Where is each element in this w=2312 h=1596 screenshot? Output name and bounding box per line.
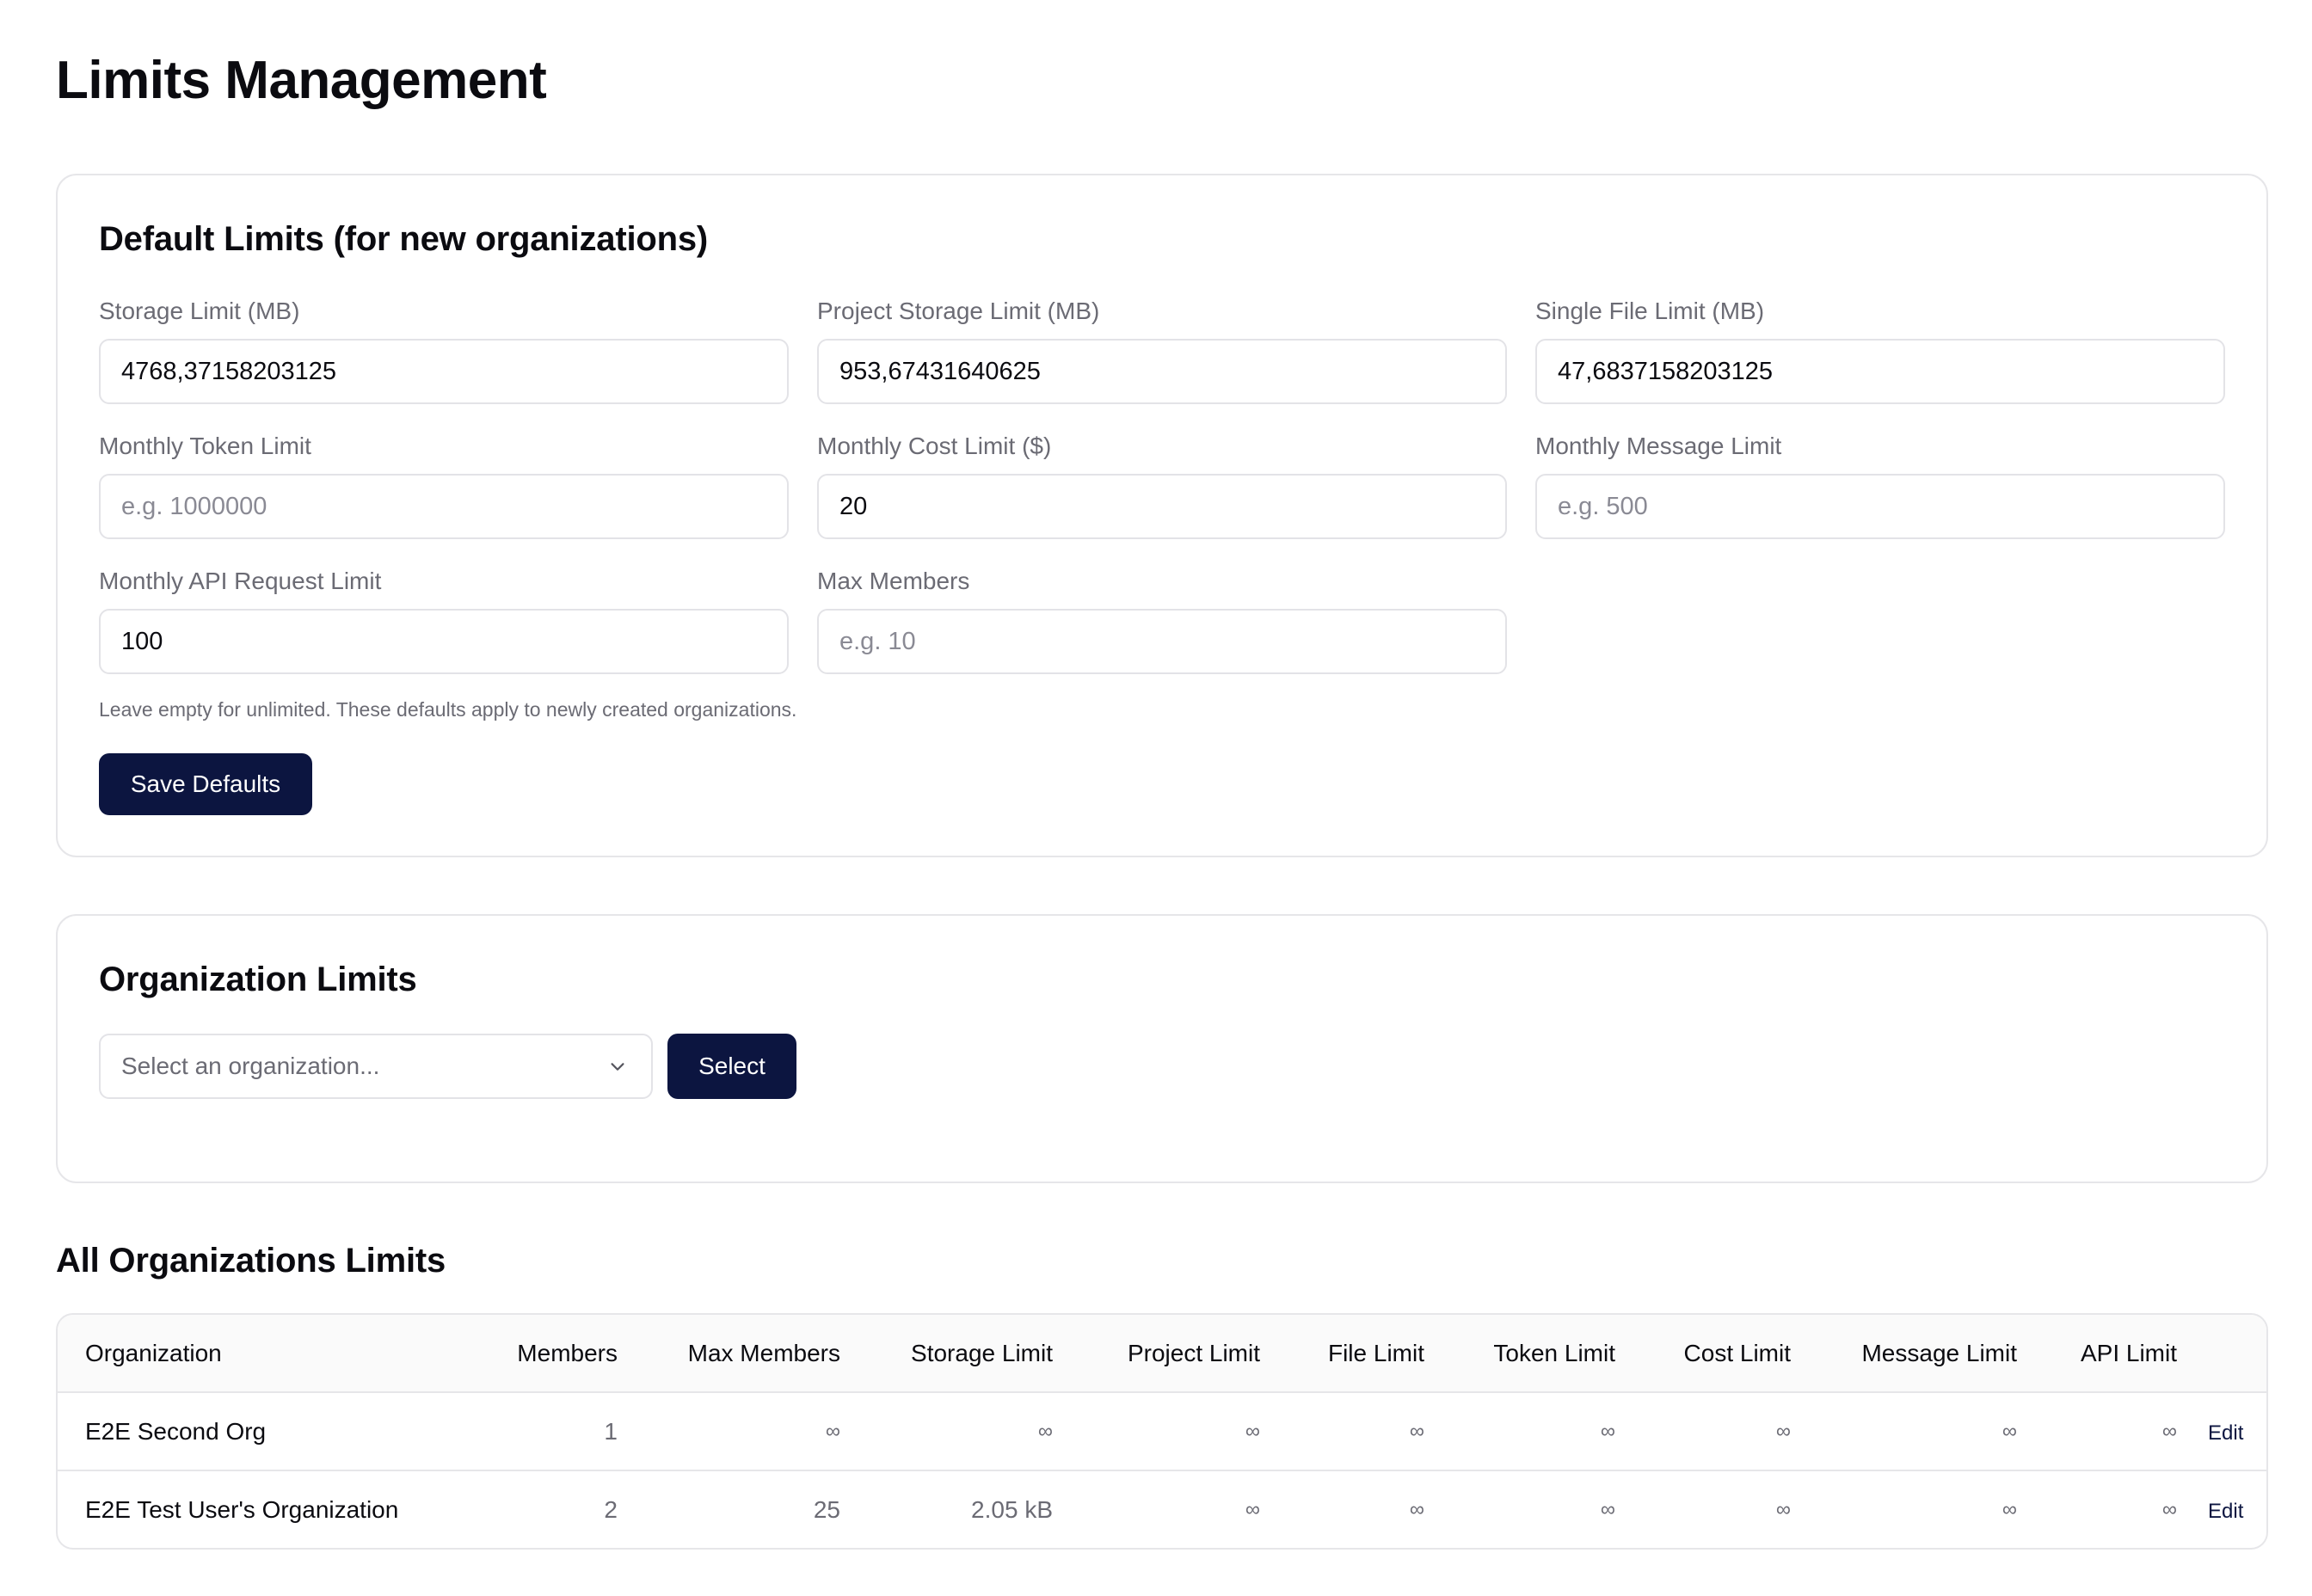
project-storage-limit-field: Project Storage Limit (MB) 953,674316406…	[817, 294, 1507, 404]
single-file-limit-field: Single File Limit (MB) 47,6837158203125	[1535, 294, 2225, 404]
column-header: Members	[517, 1339, 618, 1366]
project-storage-limit-input[interactable]: 953,67431640625	[817, 339, 1507, 404]
api-limit-cell: ∞	[2161, 1419, 2177, 1443]
storage-limit-field: Storage Limit (MB) 4768,37158203125	[99, 294, 789, 404]
table-row: E2E Test User's Organization 2 25 2.05 k…	[58, 1470, 2266, 1548]
column-header: Message Limit	[1861, 1339, 2017, 1366]
edit-link[interactable]: Edit	[2208, 1421, 2243, 1445]
column-header: Token Limit	[1493, 1339, 1615, 1366]
default-limits-title: Default Limits (for new organizations)	[99, 220, 708, 258]
select-organization-button[interactable]: Select	[667, 1034, 796, 1099]
column-header: API Limit	[2080, 1339, 2177, 1366]
column-header: Organization	[85, 1339, 222, 1366]
monthly-api-request-limit-field: Monthly API Request Limit 100	[99, 564, 789, 674]
members-cell: 1	[604, 1417, 618, 1445]
organization-cell: E2E Test User's Organization	[85, 1496, 399, 1523]
field-label: Single File Limit (MB)	[1535, 298, 1765, 324]
page-title: Limits Management	[56, 51, 547, 110]
field-label: Storage Limit (MB)	[99, 298, 300, 324]
organization-cell: E2E Second Org	[85, 1417, 267, 1445]
table-row: E2E Second Org 1 ∞ ∞ ∞ ∞ ∞ ∞ ∞ ∞ Edit	[58, 1392, 2266, 1470]
column-header: File Limit	[1327, 1339, 1424, 1366]
limits-page: Limits Management Default Limits (for ne…	[0, 0, 2312, 1596]
single-file-limit-input[interactable]: 47,6837158203125	[1535, 339, 2225, 404]
token-limit-cell: ∞	[1600, 1498, 1615, 1521]
column-header: Cost Limit	[1683, 1339, 1791, 1366]
defaults-hint: Leave empty for unlimited. These default…	[99, 698, 797, 721]
chevron-down-icon	[611, 1063, 624, 1071]
organization-limits-title: Organization Limits	[99, 961, 417, 998]
column-header: Max Members	[687, 1339, 840, 1366]
storage-limit-cell: ∞	[1037, 1419, 1053, 1443]
monthly-cost-limit-field: Monthly Cost Limit ($) 20	[817, 429, 1507, 539]
edit-link[interactable]: Edit	[2208, 1500, 2243, 1523]
token-limit-cell: ∞	[1600, 1419, 1615, 1443]
organization-select[interactable]: Select an organization...	[99, 1034, 653, 1099]
storage-limit-input[interactable]: 4768,37158203125	[99, 339, 789, 404]
column-header: Storage Limit	[911, 1339, 1053, 1366]
organization-select-placeholder: Select an organization...	[121, 1053, 380, 1079]
api-limit-cell: ∞	[2161, 1498, 2177, 1521]
file-limit-cell: ∞	[1409, 1498, 1424, 1521]
field-label: Max Members	[817, 568, 970, 594]
max-members-cell: 25	[813, 1496, 840, 1523]
project-limit-cell: ∞	[1245, 1498, 1260, 1521]
field-label: Monthly Token Limit	[99, 433, 311, 459]
field-label: Monthly Message Limit	[1535, 433, 1782, 459]
field-label: Project Storage Limit (MB)	[817, 298, 1100, 324]
max-members-field: Max Members e.g. 10	[817, 564, 1507, 674]
all-organizations-limits-title: All Organizations Limits	[56, 1242, 446, 1280]
organization-limits-card: Organization Limits Select an organizati…	[56, 914, 2268, 1183]
max-members-cell: ∞	[825, 1419, 840, 1443]
default-limits-card: Default Limits (for new organizations) S…	[56, 174, 2268, 857]
project-limit-cell: ∞	[1245, 1419, 1260, 1443]
column-header-actions	[2208, 1315, 2266, 1392]
column-header: Project Limit	[1127, 1339, 1260, 1366]
file-limit-cell: ∞	[1409, 1419, 1424, 1443]
table-header-row: Organization Members Max Members Storage…	[58, 1315, 2266, 1392]
monthly-token-limit-field: Monthly Token Limit e.g. 1000000	[99, 429, 789, 539]
monthly-message-limit-input[interactable]: e.g. 500	[1535, 474, 2225, 539]
storage-limit-cell: 2.05 kB	[971, 1496, 1053, 1523]
message-limit-cell: ∞	[2001, 1419, 2017, 1443]
monthly-api-request-limit-input[interactable]: 100	[99, 609, 789, 674]
organizations-limits-table: Organization Members Max Members Storage…	[56, 1313, 2268, 1550]
max-members-input[interactable]: e.g. 10	[817, 609, 1507, 674]
field-label: Monthly API Request Limit	[99, 568, 382, 594]
actions-cell: Edit	[2208, 1470, 2266, 1548]
cost-limit-cell: ∞	[1775, 1419, 1791, 1443]
members-cell: 2	[604, 1496, 618, 1523]
monthly-cost-limit-input[interactable]: 20	[817, 474, 1507, 539]
monthly-message-limit-field: Monthly Message Limit e.g. 500	[1535, 429, 2225, 539]
actions-cell: Edit	[2208, 1392, 2266, 1470]
field-label: Monthly Cost Limit ($)	[817, 433, 1052, 459]
cost-limit-cell: ∞	[1775, 1498, 1791, 1521]
save-defaults-button[interactable]: Save Defaults	[99, 753, 312, 815]
monthly-token-limit-input[interactable]: e.g. 1000000	[99, 474, 789, 539]
message-limit-cell: ∞	[2001, 1498, 2017, 1521]
